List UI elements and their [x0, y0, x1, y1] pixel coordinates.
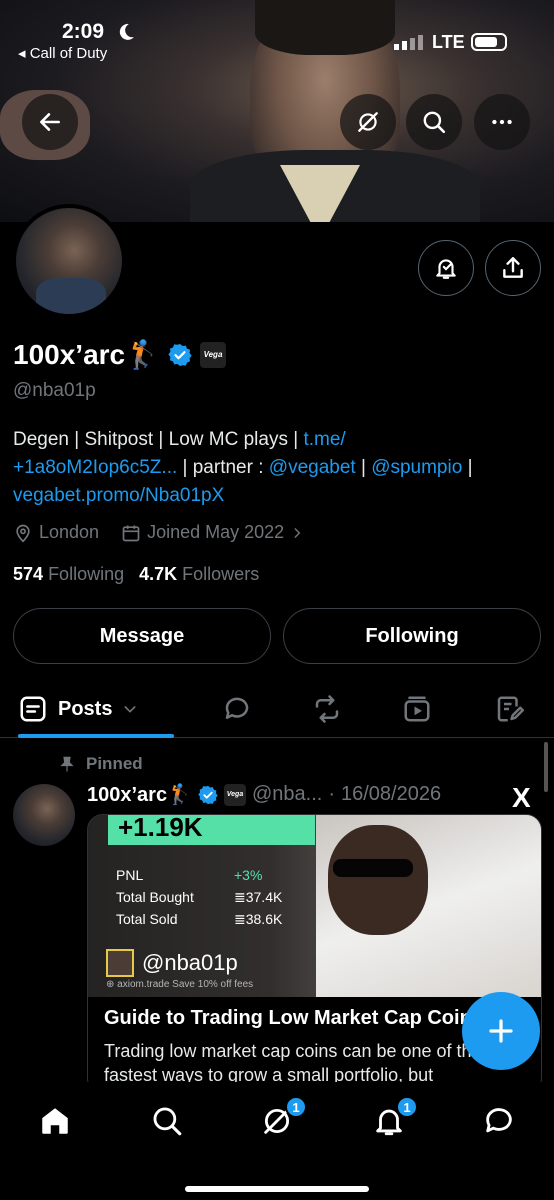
card-handle-avatar: [106, 949, 134, 977]
card-footer: ⊕ axiom.trade Save 10% off fees: [106, 979, 254, 990]
bio-mention-vegabet[interactable]: @vegabet: [269, 457, 356, 478]
compose-button[interactable]: [462, 992, 540, 1070]
sold-value: ≣38.6K: [234, 911, 283, 927]
profile-joined[interactable]: Joined May 2022: [147, 522, 284, 543]
search-icon[interactable]: [150, 1104, 184, 1138]
profile-handle: @nba01p: [13, 380, 96, 401]
x-logo-icon: X: [512, 782, 531, 813]
chevron-down-icon[interactable]: [122, 701, 138, 717]
back-button[interactable]: [22, 94, 78, 150]
followers-label: Followers: [182, 564, 260, 584]
bottom-nav: 1 1: [0, 1082, 554, 1200]
search-icon: [423, 111, 446, 134]
avatar-suit: [36, 278, 106, 314]
post-header: 100x’arc🏌 Vega @nba... · 16/08/2026: [87, 782, 441, 807]
following-label: Following: [48, 564, 125, 584]
network-type: LTE: [432, 32, 465, 52]
tab-posts-label: Posts: [58, 697, 113, 720]
bell-plus-icon: [436, 259, 456, 279]
scrollbar[interactable]: [544, 742, 548, 792]
moon-icon: [119, 23, 134, 40]
message-button[interactable]: Message: [13, 608, 271, 664]
profile-name-row: 100x’arc🏌 Vega: [13, 338, 226, 371]
post-date: 16/08/2026: [341, 783, 442, 805]
article-image-shades: [333, 859, 413, 877]
tab-media[interactable]: [402, 694, 432, 724]
pinned-label: Pinned: [86, 754, 143, 773]
tab-posts[interactable]: Posts: [18, 680, 174, 738]
more-button[interactable]: [474, 94, 530, 150]
share-icon: [503, 257, 523, 278]
pin-icon: [60, 756, 74, 772]
plus-icon: [489, 1019, 513, 1043]
pinned-label-row: Pinned: [58, 754, 143, 774]
notify-subscribe-button[interactable]: [418, 240, 474, 296]
article-image-person: [328, 825, 428, 935]
bio-link-promo[interactable]: vegabet.promo/Nba01pX: [13, 485, 224, 506]
following-count: 574: [13, 564, 44, 584]
location-icon: [16, 524, 30, 543]
bio-link-telegram[interactable]: t.me/: [303, 429, 345, 450]
bio-separator: |: [360, 457, 366, 478]
home-icon[interactable]: [38, 1104, 72, 1138]
verified-badge-icon[interactable]: [168, 343, 192, 367]
follow-counts: 574 Following 4.7K Followers: [13, 564, 259, 585]
profile-meta: London Joined May 2022: [13, 522, 304, 543]
bio-link-telegram-cont[interactable]: +1a8oM2Iop6c5Z...: [13, 457, 177, 478]
card-handle-row: @nba01p: [106, 949, 238, 977]
battery-icon: [471, 33, 507, 51]
grok-button[interactable]: [340, 94, 396, 150]
profile-tabs: Posts: [0, 680, 554, 738]
home-indicator[interactable]: [185, 1186, 369, 1192]
bought-label: Total Bought: [116, 889, 194, 905]
post-author-name[interactable]: 100x’arc🏌: [87, 782, 192, 807]
profile-name: 100x’arc🏌: [13, 339, 160, 370]
share-button[interactable]: [485, 240, 541, 296]
more-icon: [492, 119, 512, 125]
followers-link[interactable]: 4.7K Followers: [139, 564, 259, 584]
grok-icon: [358, 112, 378, 132]
followers-count: 4.7K: [139, 564, 178, 584]
following-button[interactable]: Following: [283, 608, 541, 664]
profile-bio: Degen | Shitpost | Low MC plays | t.me/ …: [13, 426, 543, 510]
bio-text: Degen | Shitpost | Low MC plays |: [13, 429, 304, 450]
pnl-gain: +1.19K: [108, 815, 315, 845]
pnl-label: PNL: [116, 867, 144, 883]
affiliate-badge[interactable]: Vega: [199, 341, 226, 368]
back-to-app-link[interactable]: ◂ Call of Duty: [18, 44, 107, 62]
notifications-badge: 1: [396, 1096, 418, 1118]
search-button[interactable]: [406, 94, 462, 150]
bio-mention-spumpio[interactable]: @spumpio: [371, 457, 462, 478]
profile-location: London: [39, 522, 100, 542]
tab-replies[interactable]: [222, 694, 252, 724]
signal-icon: [394, 35, 423, 50]
post-author-avatar[interactable]: [13, 784, 75, 846]
bio-text: | partner :: [177, 457, 269, 478]
active-tab-indicator: [18, 734, 174, 738]
calendar-icon: [122, 525, 140, 541]
following-link[interactable]: 574 Following: [13, 564, 124, 584]
grok-badge: 1: [285, 1096, 307, 1118]
post-author-handle[interactable]: @nba...: [252, 783, 322, 806]
sold-label: Total Sold: [116, 911, 178, 927]
bought-value: ≣37.4K: [234, 889, 283, 905]
profile-avatar[interactable]: [12, 204, 126, 318]
back-arrow-icon: [40, 113, 60, 131]
pnl-value: +3%: [234, 867, 263, 883]
messages-icon[interactable]: [482, 1104, 516, 1138]
affiliate-badge: Vega: [223, 783, 246, 806]
tab-articles[interactable]: [494, 694, 524, 724]
post-separator: ·: [328, 783, 335, 805]
posts-icon: [20, 696, 46, 722]
tab-reposts[interactable]: [312, 694, 342, 724]
status-bar: 2:09 ◂ Call of Duty LTE: [0, 20, 554, 62]
status-time: 2:09: [62, 20, 105, 43]
bio-text: |: [462, 457, 473, 478]
chevron-right-icon[interactable]: [290, 526, 304, 540]
verified-badge-icon: [198, 785, 218, 804]
card-handle: @nba01p: [142, 950, 238, 975]
